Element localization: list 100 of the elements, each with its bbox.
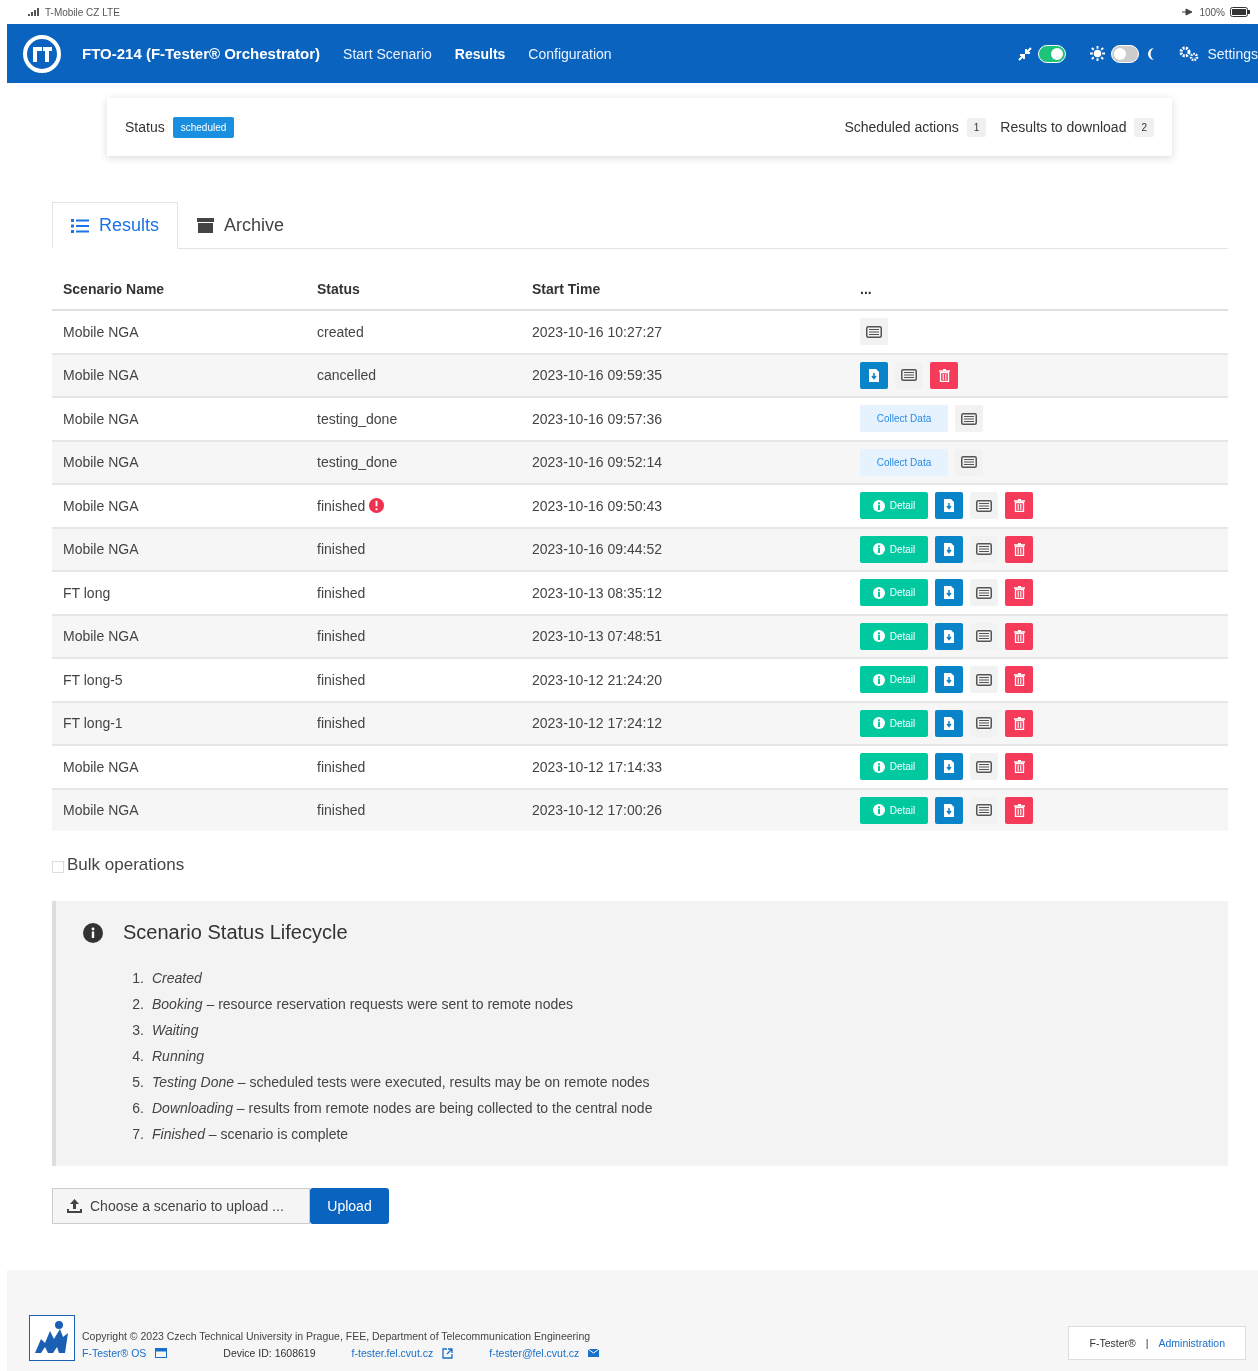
trash-icon [1013, 586, 1025, 600]
log-button[interactable] [970, 492, 998, 520]
info-icon [872, 760, 885, 773]
info-icon [872, 673, 885, 686]
email-link[interactable]: f-tester@fel.cvut.cz [489, 1347, 600, 1359]
bulk-operations-label: Bulk operations [67, 855, 185, 875]
delete-button[interactable] [1005, 492, 1033, 520]
app-title[interactable]: FTO-214 (F-Tester® Orchestrator) [82, 45, 321, 62]
table-cell: finished [317, 715, 366, 732]
log-button[interactable] [955, 448, 983, 476]
download-button[interactable] [860, 361, 888, 389]
download-button[interactable] [935, 535, 963, 563]
list-number: 1. [131, 970, 144, 988]
tab[interactable]: Archive [178, 202, 304, 249]
delete-button[interactable] [1005, 796, 1033, 824]
log-button[interactable] [955, 405, 983, 433]
trash-icon [938, 368, 950, 382]
info-icon [872, 630, 885, 643]
settings-link[interactable]: Settings [1179, 45, 1258, 62]
log-button[interactable] [860, 318, 888, 346]
column-header: ... [849, 269, 1228, 310]
signal-icon [28, 8, 40, 16]
lifecycle-step: Created [152, 970, 202, 996]
table-cell: finished [317, 497, 366, 514]
list-number: 2. [131, 996, 144, 1014]
delete-button[interactable] [1005, 579, 1033, 607]
delete-button[interactable] [1005, 622, 1033, 650]
list-icon [866, 325, 882, 338]
log-button[interactable] [970, 709, 998, 737]
trash-icon [1013, 760, 1025, 774]
info-icon [872, 586, 885, 599]
table-cell: 2023-10-12 17:24:12 [521, 701, 849, 745]
collect-data-button[interactable]: Collect Data [860, 448, 948, 476]
delete-button[interactable] [930, 361, 958, 389]
download-button[interactable] [935, 796, 963, 824]
carrier-status: T-Mobile CZ LTE [28, 6, 120, 18]
list-icon [976, 673, 992, 686]
table-cell: testing_done [317, 410, 398, 427]
file-download-icon [944, 803, 954, 817]
bulk-checkbox[interactable] [52, 861, 64, 873]
column-header: Scenario Name [52, 269, 306, 310]
counter-badge: 1 [966, 117, 987, 137]
delete-button[interactable] [1005, 666, 1033, 694]
table-cell: Mobile NGA [52, 527, 306, 571]
log-button[interactable] [895, 361, 923, 389]
download-button[interactable] [935, 492, 963, 520]
download-button[interactable] [935, 753, 963, 781]
sun-icon [1090, 46, 1106, 61]
table-cell: Mobile NGA [52, 614, 306, 658]
log-button[interactable] [970, 796, 998, 824]
toggle-switch[interactable] [1038, 44, 1067, 63]
administration-link[interactable]: Administration [1158, 1337, 1225, 1349]
delete-button[interactable] [1005, 535, 1033, 563]
table-cell: 2023-10-13 08:35:12 [521, 571, 849, 615]
info-icon [872, 717, 885, 730]
list-number: 7. [131, 1126, 144, 1144]
log-button[interactable] [970, 579, 998, 607]
log-button[interactable] [970, 622, 998, 650]
list-number: 3. [131, 1022, 144, 1040]
download-button[interactable] [935, 579, 963, 607]
os-link[interactable]: F-Tester® OS [82, 1347, 168, 1359]
lifecycle-step: Booking – resource reservation requests were sent to remote nodes [152, 996, 573, 1022]
lifecycle-step: Downloading – results from remote nodes are being collected to the central node [152, 1100, 653, 1126]
download-button[interactable] [935, 622, 963, 650]
log-button[interactable] [970, 753, 998, 781]
table-cell: 2023-10-12 17:00:26 [521, 788, 849, 831]
file-download-icon [944, 673, 954, 687]
list-number: 6. [131, 1100, 144, 1118]
file-input[interactable]: Choose a scenario to upload ... [52, 1188, 310, 1224]
website-link[interactable]: f-tester.fel.cvut.cz [351, 1347, 454, 1359]
list-icon [961, 412, 977, 425]
toggle-switch[interactable] [1111, 44, 1140, 63]
table-cell: 2023-10-16 09:52:14 [521, 440, 849, 484]
table-cell: finished [317, 628, 366, 645]
download-button[interactable] [935, 666, 963, 694]
nav-link[interactable]: Results [454, 45, 506, 62]
nav-link[interactable]: Start Scenario [343, 45, 432, 62]
list-icon [976, 630, 992, 643]
delete-button[interactable] [1005, 753, 1033, 781]
nav-link[interactable]: Configuration [528, 45, 612, 62]
info-icon [83, 922, 103, 943]
trash-icon [1013, 803, 1025, 817]
tab[interactable]: Results [52, 202, 179, 249]
log-button[interactable] [970, 666, 998, 694]
table-cell: finished [317, 671, 366, 688]
download-button[interactable] [935, 709, 963, 737]
log-button[interactable] [970, 535, 998, 563]
table-cell: Mobile NGA [52, 440, 306, 484]
external-link-icon [442, 1347, 454, 1359]
table-cell: 2023-10-16 09:50:43 [521, 484, 849, 528]
moon-icon [1145, 46, 1156, 61]
delete-button[interactable] [1005, 709, 1033, 737]
list-icon [71, 218, 89, 233]
list-icon [901, 369, 917, 382]
file-download-icon [944, 586, 954, 600]
counter-label: Scheduled actions [844, 119, 959, 135]
file-download-icon [944, 542, 954, 556]
table-cell: cancelled [317, 367, 377, 384]
upload-button[interactable]: Upload [310, 1188, 389, 1224]
collect-data-button[interactable]: Collect Data [860, 405, 948, 433]
